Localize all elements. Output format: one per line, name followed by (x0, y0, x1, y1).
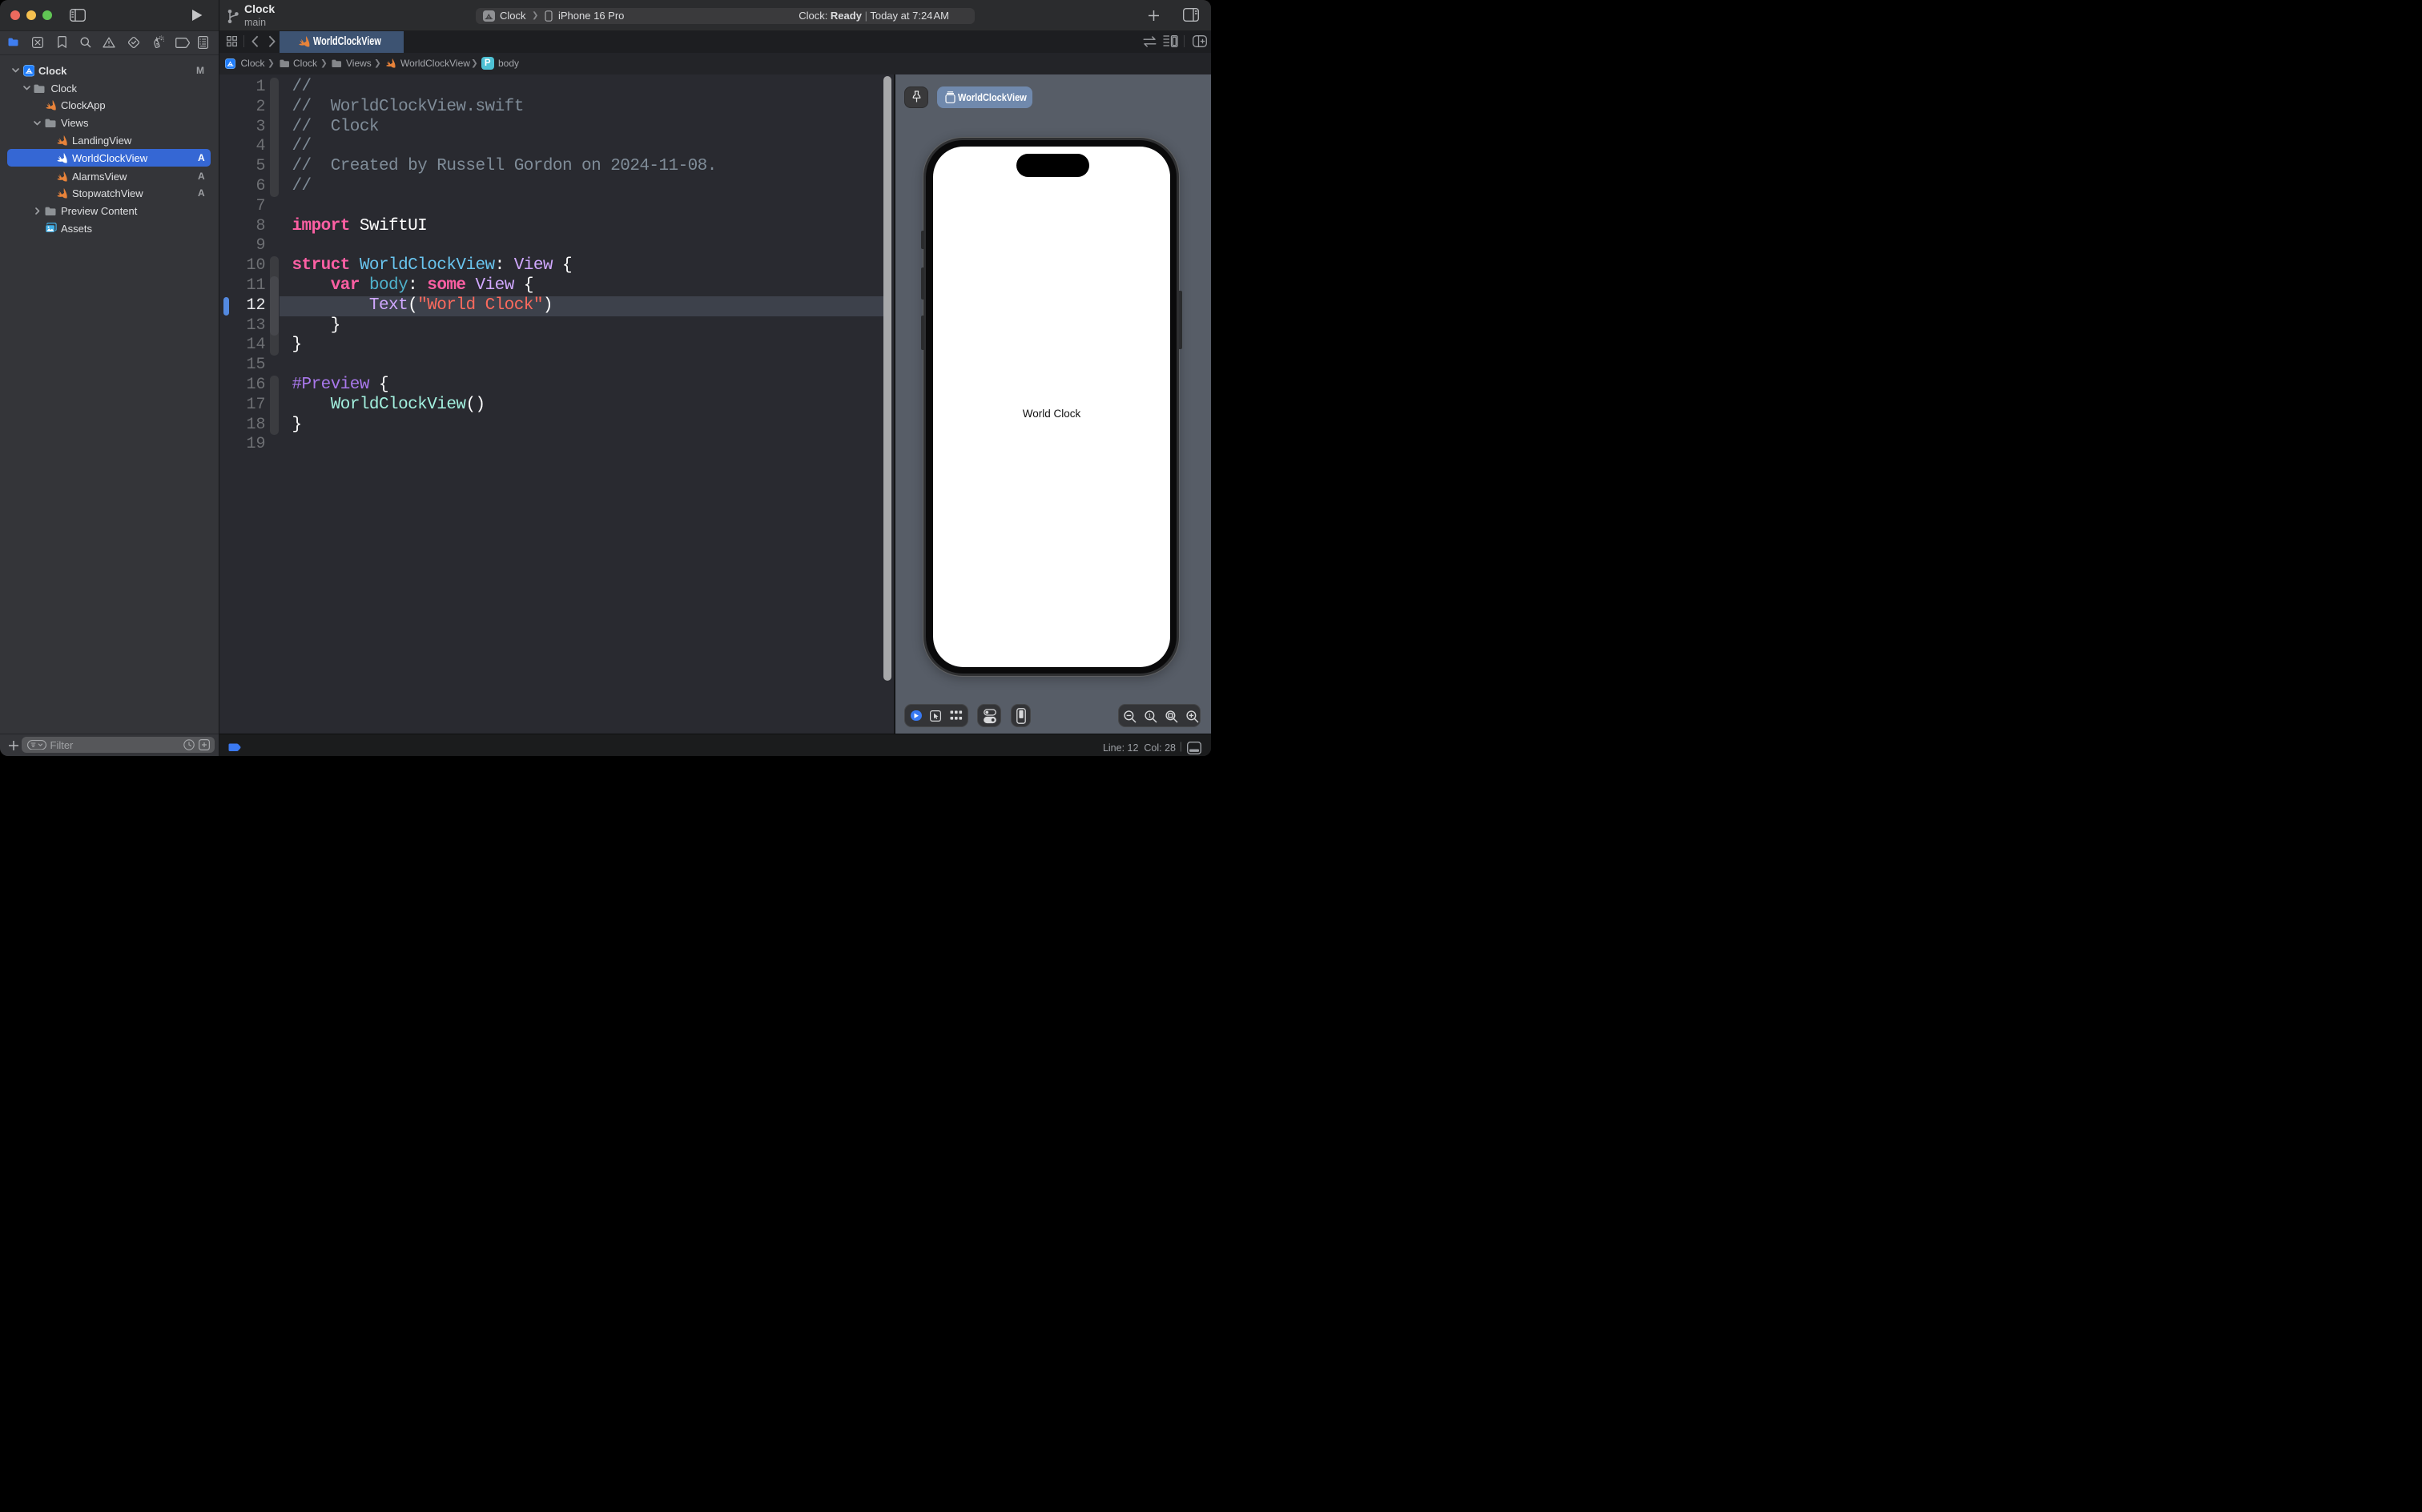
svg-text:1: 1 (1148, 712, 1151, 719)
